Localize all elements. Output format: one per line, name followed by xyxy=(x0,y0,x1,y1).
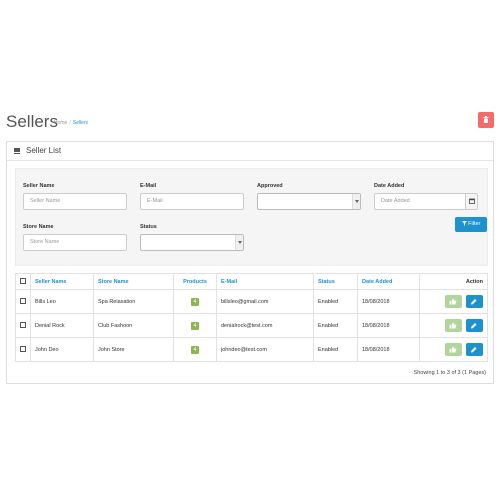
edit-button[interactable] xyxy=(466,295,483,308)
filter-icon xyxy=(461,220,467,226)
thumbs-up-icon xyxy=(449,322,457,329)
table-header-row: Seller Name Store Name Products E-Mail S… xyxy=(15,273,488,290)
seller-table: Seller Name Store Name Products E-Mail S… xyxy=(15,273,488,362)
approve-button[interactable] xyxy=(445,319,463,332)
page-header: Sellers Home / Sellers xyxy=(6,112,494,136)
approve-button[interactable] xyxy=(445,343,463,356)
row-checkbox[interactable] xyxy=(20,322,26,329)
status-cell: Enabled xyxy=(313,337,358,362)
panel-heading: Seller List xyxy=(7,142,493,161)
seller-list-panel: Seller List Seller Name Seller Name E-Ma… xyxy=(6,141,494,384)
action-cell xyxy=(419,337,488,362)
column-status[interactable]: Status xyxy=(313,273,358,290)
status-cell: Enabled xyxy=(313,313,358,338)
column-store-name[interactable]: Store Name xyxy=(93,273,174,290)
products-cell: 4 xyxy=(173,337,217,362)
status-label: Status xyxy=(140,224,157,230)
date-cell: 18/08/2018 xyxy=(357,337,420,362)
row-checkbox[interactable] xyxy=(20,346,26,353)
panel-title: Seller List xyxy=(26,146,62,155)
pencil-icon xyxy=(471,347,477,353)
breadcrumb-sellers[interactable]: Sellers xyxy=(73,120,88,126)
thumbs-up-icon xyxy=(449,346,457,353)
table-row: John Deo John Store 4 johndeo@test.com E… xyxy=(15,337,488,362)
calendar-button[interactable] xyxy=(465,194,477,209)
email-cell: johndeo@test.com xyxy=(216,337,314,362)
table-row: Bills Leo Spa Relaxation 4 billsleo@gmai… xyxy=(15,289,488,314)
delete-icon xyxy=(483,116,489,123)
seller-name-cell: Bills Leo xyxy=(30,289,94,314)
page-title: Sellers xyxy=(6,112,58,131)
store-name-cell: Spa Relaxation xyxy=(93,289,174,314)
column-date-added[interactable]: Date Added xyxy=(357,273,420,290)
select-all-checkbox[interactable] xyxy=(20,278,26,285)
date-cell: 18/08/2018 xyxy=(357,289,420,314)
list-icon xyxy=(14,148,20,155)
filter-box: Seller Name Seller Name E-Mail E-Mail Ap… xyxy=(15,168,488,266)
pencil-icon xyxy=(471,299,477,305)
email-input[interactable]: E-Mail xyxy=(140,193,244,210)
column-email[interactable]: E-Mail xyxy=(216,273,314,290)
column-action: Action xyxy=(419,273,488,290)
select-all-cell xyxy=(15,273,31,290)
email-label: E-Mail xyxy=(140,183,157,189)
chevron-down-icon xyxy=(235,235,243,250)
row-checkbox[interactable] xyxy=(20,298,26,305)
pagination-summary: Showing 1 to 3 of 3 (1 Pages) xyxy=(413,370,486,376)
delete-button[interactable] xyxy=(478,112,494,128)
store-name-cell: John Store xyxy=(93,337,174,362)
approved-select[interactable] xyxy=(257,193,361,210)
breadcrumb: Home / Sellers xyxy=(54,120,89,126)
approve-button[interactable] xyxy=(445,295,463,308)
seller-name-input[interactable]: Seller Name xyxy=(23,193,127,210)
column-seller-name[interactable]: Seller Name xyxy=(30,273,94,290)
date-added-input[interactable]: Date Added xyxy=(374,193,478,210)
status-cell: Enabled xyxy=(313,289,358,314)
products-badge: 4 xyxy=(191,345,199,354)
filter-button-label: Filter xyxy=(468,221,481,227)
seller-name-cell: Denial Rock xyxy=(30,313,94,338)
chevron-down-icon xyxy=(352,194,360,209)
table-row: Denial Rock Club Fashoon 4 denialrock@te… xyxy=(15,313,488,338)
store-name-cell: Club Fashoon xyxy=(93,313,174,338)
calendar-icon xyxy=(469,198,475,204)
email-cell: denialrock@test.com xyxy=(216,313,314,338)
seller-name-label: Seller Name xyxy=(23,183,55,189)
action-cell xyxy=(419,289,488,314)
products-badge: 4 xyxy=(191,321,199,330)
thumbs-up-icon xyxy=(449,298,457,305)
row-select-cell xyxy=(15,337,31,362)
column-products[interactable]: Products xyxy=(173,273,217,290)
products-cell: 4 xyxy=(173,313,217,338)
store-name-label: Store Name xyxy=(23,224,54,230)
edit-button[interactable] xyxy=(466,319,483,332)
seller-name-cell: John Deo xyxy=(30,337,94,362)
status-select[interactable] xyxy=(140,234,244,251)
products-cell: 4 xyxy=(173,289,217,314)
action-cell xyxy=(419,313,488,338)
store-name-input[interactable]: Store Name xyxy=(23,234,127,251)
row-select-cell xyxy=(15,313,31,338)
row-select-cell xyxy=(15,289,31,314)
filter-button[interactable]: Filter xyxy=(455,217,487,232)
edit-button[interactable] xyxy=(466,343,483,356)
approved-label: Approved xyxy=(257,183,283,189)
breadcrumb-home[interactable]: Home xyxy=(54,120,67,126)
products-badge: 4 xyxy=(191,297,199,306)
pencil-icon xyxy=(471,323,477,329)
email-cell: billsleo@gmail.com xyxy=(216,289,314,314)
date-added-label: Date Added xyxy=(374,183,405,189)
date-cell: 18/08/2018 xyxy=(357,313,420,338)
